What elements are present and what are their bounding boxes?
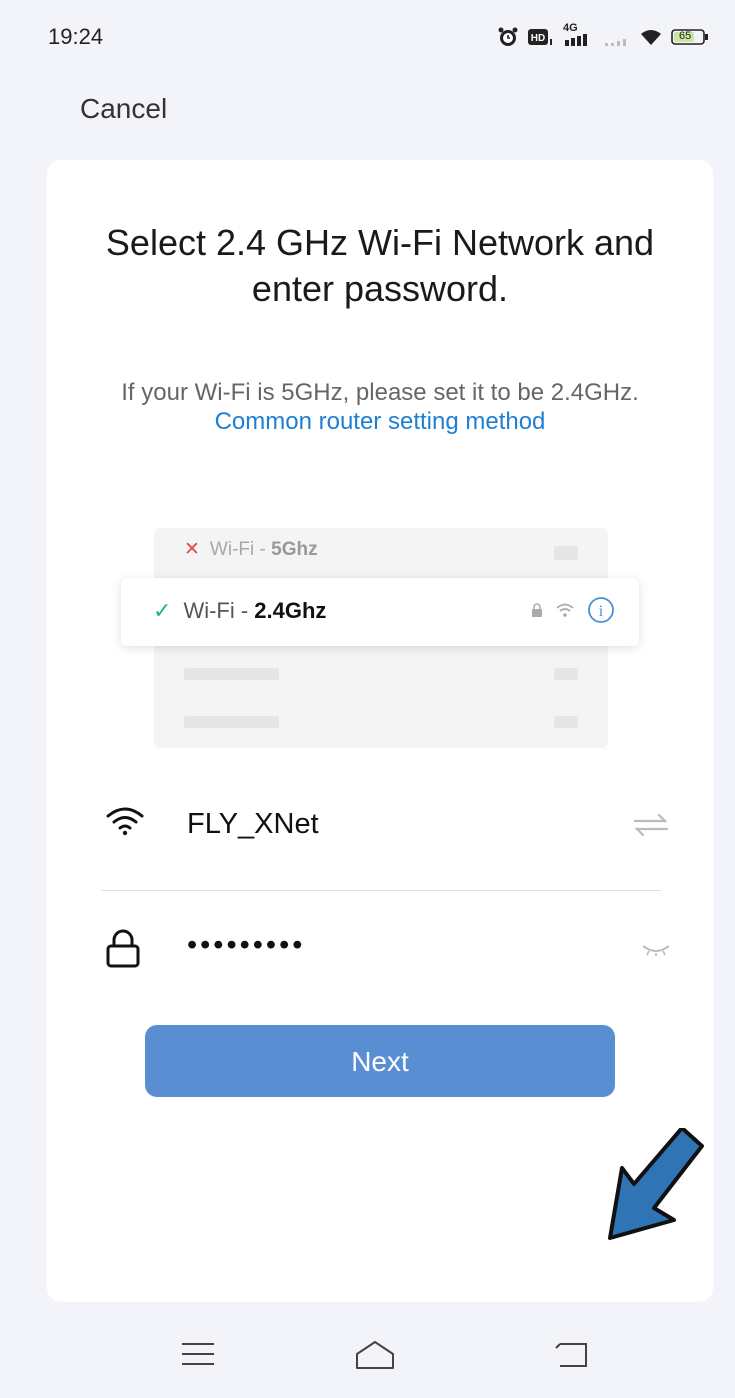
check-icon: ✓ (153, 598, 172, 623)
router-setting-link[interactable]: Common router setting method (215, 408, 546, 435)
row-24ghz-card: ✓ Wi-Fi - 2.4Ghz i (121, 578, 639, 646)
placeholder-bar (554, 546, 578, 560)
row-24ghz-icons: i (531, 596, 615, 629)
row-5ghz-band: 5Ghz (271, 539, 318, 560)
network-type-label: 4G (563, 22, 578, 34)
info-icon: i (587, 596, 615, 629)
row-5ghz-prefix: Wi-Fi - (209, 539, 272, 560)
wifi-setup-card: Select 2.4 GHz Wi-Fi Network and enter p… (47, 160, 713, 1302)
placeholder-bar (184, 716, 279, 728)
wifi-icon (555, 602, 575, 623)
placeholder-bar (554, 668, 578, 680)
pointer-arrow-icon (602, 1126, 712, 1253)
menu-icon[interactable] (180, 1340, 216, 1373)
row-24ghz-prefix: Wi-Fi - (183, 598, 255, 623)
row-24ghz-band: 2.4Ghz (254, 598, 327, 623)
wifi-icon (105, 806, 145, 843)
battery-level: 65 (679, 30, 692, 42)
status-bar: 19:24 HD 4G 65 (0, 0, 735, 72)
back-icon[interactable] (554, 1340, 590, 1375)
wifi-icon (639, 27, 663, 47)
battery-icon: 65 (671, 27, 709, 47)
wifi-name-field[interactable]: FLY_XNet (47, 790, 713, 860)
subtitle: If your Wi-Fi is 5GHz, please set it to … (117, 378, 643, 436)
svg-text:i: i (599, 603, 604, 620)
field-divider (101, 890, 661, 891)
secondary-signal-icon (603, 26, 631, 48)
row-24ghz: ✓ Wi-Fi - 2.4Ghz (153, 598, 326, 624)
svg-text:HD: HD (531, 33, 545, 44)
hd-icon: HD (527, 27, 553, 47)
status-time: 19:24 (48, 24, 104, 49)
lock-icon (531, 603, 543, 622)
subtitle-text: If your Wi-Fi is 5GHz, please set it to … (121, 379, 639, 406)
eye-closed-icon[interactable] (641, 943, 671, 962)
lock-icon (105, 929, 141, 974)
home-icon[interactable] (354, 1340, 396, 1375)
cancel-button[interactable]: Cancel (80, 93, 167, 125)
password-field[interactable]: ••••••••• (47, 915, 713, 985)
placeholder-bar (554, 716, 578, 728)
row-5ghz: ✕ Wi-Fi - 5Ghz (184, 538, 318, 561)
next-button[interactable]: Next (145, 1025, 615, 1097)
password-value[interactable]: ••••••••• (187, 929, 305, 962)
wifi-name-value[interactable]: FLY_XNet (187, 808, 319, 841)
system-nav-bar (0, 1312, 735, 1398)
placeholder-bar (184, 668, 279, 680)
alarm-icon (497, 26, 519, 48)
x-icon: ✕ (184, 539, 200, 560)
cellular-signal-icon: 4G (561, 22, 595, 48)
page-title: Select 2.4 GHz Wi-Fi Network and enter p… (105, 222, 655, 309)
switch-network-icon[interactable] (631, 812, 671, 843)
wifi-band-illustration: ✕ Wi-Fi - 5Ghz ✓ Wi-Fi - 2.4Ghz i (47, 520, 713, 755)
status-icons: HD 4G 65 (497, 22, 709, 48)
